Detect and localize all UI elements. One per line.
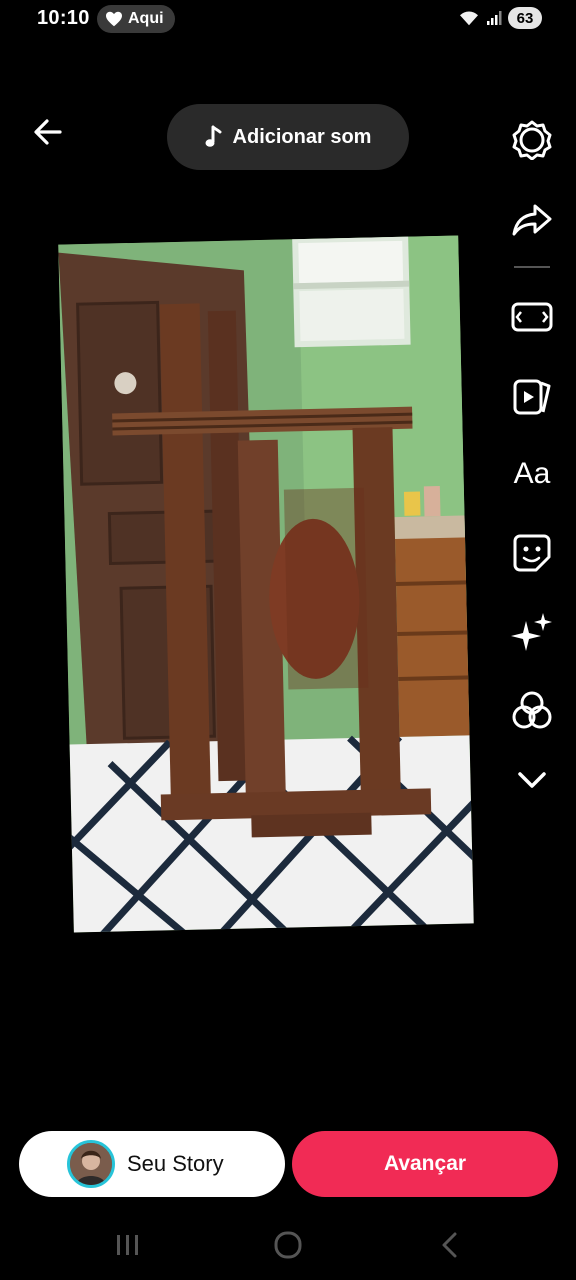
back-chevron-icon xyxy=(442,1232,457,1258)
battery-indicator: 63 xyxy=(508,7,542,29)
back-button[interactable] xyxy=(28,112,68,152)
system-back-button[interactable] xyxy=(430,1230,470,1260)
recent-apps-icon xyxy=(117,1235,138,1255)
effects-button[interactable] xyxy=(510,610,554,654)
story-photo[interactable] xyxy=(58,235,474,933)
next-button[interactable]: Avançar xyxy=(292,1131,558,1197)
sparkle-icon xyxy=(511,613,552,651)
your-story-button[interactable]: Seu Story xyxy=(19,1131,285,1197)
your-story-label: Seu Story xyxy=(127,1151,224,1176)
photo-content xyxy=(58,235,474,933)
text-tool-label: Aa xyxy=(513,457,551,490)
status-time: 10:10 xyxy=(37,7,90,29)
add-sound-label: Adicionar som xyxy=(232,125,372,148)
sticker-icon xyxy=(513,534,551,572)
add-sound-button[interactable]: Adicionar som xyxy=(167,104,409,170)
home-icon xyxy=(274,1231,302,1259)
avatar-image xyxy=(70,1143,112,1185)
more-tools-button[interactable] xyxy=(510,758,554,802)
wifi-icon xyxy=(460,11,478,26)
settings-icon xyxy=(512,120,552,160)
ratio-icon xyxy=(511,302,553,332)
avatar xyxy=(67,1140,115,1188)
arrow-left-icon xyxy=(34,119,62,145)
bottom-actions: Seu Story Avançar xyxy=(0,1131,576,1199)
templates-icon xyxy=(513,379,551,415)
share-button[interactable] xyxy=(510,198,554,242)
filters-icon xyxy=(512,691,552,729)
sticker-button[interactable] xyxy=(510,531,554,575)
recent-apps-button[interactable] xyxy=(108,1230,148,1260)
chevron-down-icon xyxy=(518,772,546,788)
status-bar: 10:10 Aqui 63 xyxy=(0,0,576,40)
music-note-icon xyxy=(205,125,222,147)
location-label: Aqui xyxy=(128,10,164,27)
heart-icon xyxy=(106,11,122,27)
location-pill: Aqui xyxy=(97,5,175,33)
text-tool-button[interactable]: Aa xyxy=(510,452,554,496)
templates-button[interactable] xyxy=(510,374,554,418)
home-button[interactable] xyxy=(268,1230,308,1260)
next-label: Avançar xyxy=(383,1152,467,1175)
ratio-button[interactable] xyxy=(510,295,554,339)
share-icon xyxy=(512,204,552,236)
filters-button[interactable] xyxy=(510,689,554,733)
signal-icon xyxy=(487,11,502,25)
toolbar-divider xyxy=(514,266,550,268)
settings-button[interactable] xyxy=(510,118,554,162)
system-nav-bar xyxy=(0,1210,576,1280)
